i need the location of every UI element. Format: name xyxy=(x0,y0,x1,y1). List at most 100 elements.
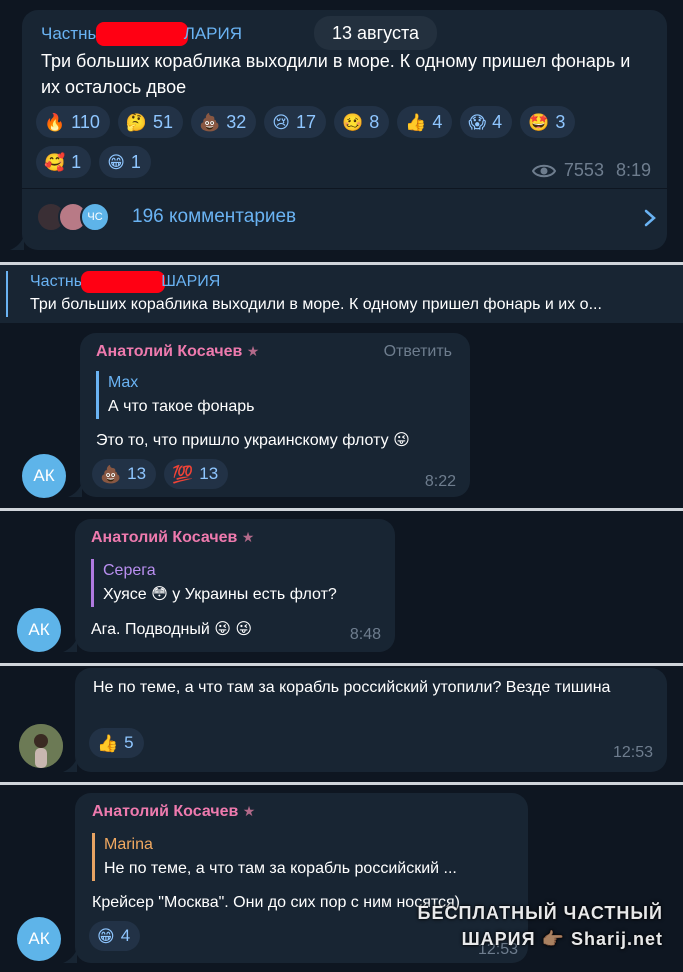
commenter-avatar-3: ЧС xyxy=(80,202,110,232)
channel-name-left: Частны xyxy=(41,24,100,43)
post-meta: 7553 8:19 xyxy=(531,160,651,181)
reaction-thinking[interactable]: 🤔 51 xyxy=(117,106,184,138)
star-icon: ★ xyxy=(242,803,256,819)
author-row: Анатолий Косачев ★ xyxy=(92,803,255,821)
channel-name[interactable]: Частны ЛАРИЯ xyxy=(41,22,242,46)
quote-author: Серега xyxy=(103,562,156,579)
message-text: Крейсер "Москва". Они до сих пор с ним н… xyxy=(92,894,461,911)
eye-icon xyxy=(531,164,556,177)
thinking-face-icon: 🤔 xyxy=(125,112,148,132)
quote-text: А что такое фонарь xyxy=(108,398,255,415)
reaction-thumbs-up[interactable]: 👍 4 xyxy=(397,106,453,138)
post-text: Три больших кораблика выходили в море. К… xyxy=(41,51,631,97)
screaming-face-icon: 😱 xyxy=(468,112,487,132)
watermark-line-1: БЕСПЛАТНЫЙ ЧАСТНЫЙ xyxy=(417,903,663,923)
quote-author: Marina xyxy=(104,836,153,853)
reply-header-channel: Частны ШАРИЯ xyxy=(30,271,220,293)
reaction-star-struck[interactable]: 🤩 3 xyxy=(520,106,576,138)
grinning-face-icon: 😁 xyxy=(97,926,115,946)
divider xyxy=(22,188,667,189)
comment-bubble-2[interactable]: Анатолий Косачев ★ Серега Хуясе 😳 у Укра… xyxy=(63,519,395,652)
reaction-crying[interactable]: 😢 17 xyxy=(264,106,327,138)
bubble-tail xyxy=(63,949,77,963)
comment-panel-1: Частны ШАРИЯ Три больших кораблика выход… xyxy=(0,265,683,508)
thumbs-up-icon: 👍 xyxy=(405,112,427,132)
reaction-grin[interactable]: 😁 1 xyxy=(99,146,151,178)
message-time: 8:22 xyxy=(424,473,456,490)
comments-count: 196 комментариев xyxy=(132,206,297,227)
comment-bubble-3[interactable]: Не по теме, а что там за корабль российс… xyxy=(63,668,667,772)
author-row: Анатолий Косачев ★ xyxy=(96,343,259,361)
commenter-avatars: ЧС xyxy=(36,202,110,232)
redaction-mark xyxy=(81,271,166,293)
channel-post-panel: Частны ЛАРИЯ 13 августа Три больших кора… xyxy=(0,0,683,262)
star-struck-icon: 🤩 xyxy=(528,112,550,132)
comment-reactions: 👍 5 xyxy=(89,728,144,758)
reply-button[interactable]: Ответить xyxy=(384,343,452,361)
bubble-tail xyxy=(63,638,77,652)
poop-icon: 💩 xyxy=(199,112,221,132)
thumbs-up-icon: 👍 xyxy=(97,733,119,753)
reaction-woozy[interactable]: 🥴 8 xyxy=(334,106,390,138)
winking-tongue-icon: 😜 xyxy=(393,432,410,449)
view-count: 7553 xyxy=(563,160,604,180)
quote-author: Max xyxy=(108,374,139,391)
comments-button[interactable]: ЧС 196 комментариев xyxy=(36,202,656,232)
redaction-mark xyxy=(95,22,188,46)
message-text: Не по теме, а что там за корабль российс… xyxy=(93,679,611,696)
reaction-scream[interactable]: 😱 4 xyxy=(460,106,513,138)
message-text: Это то, что пришло украинскому флоту 😜 xyxy=(96,432,410,449)
author-name[interactable]: Анатолий Косачев xyxy=(92,803,238,820)
comment-bubble-1[interactable]: Анатолий Косачев ★ Ответить Max А что та… xyxy=(68,333,470,497)
comment-reactions: 😁 4 xyxy=(89,921,141,951)
reaction-poop[interactable]: 💩 32 xyxy=(191,106,257,138)
comment-panel-4: Анатолий Косачев ★ Marina Не по теме, а … xyxy=(0,785,683,972)
author-name[interactable]: Анатолий Косачев xyxy=(91,529,237,546)
channel-name-right: ЛАРИЯ xyxy=(183,24,243,43)
reply-header[interactable]: Частны ШАРИЯ Три больших кораблика выход… xyxy=(0,265,683,323)
comment-panel-2: Анатолий Косачев ★ Серега Хуясе 😳 у Укра… xyxy=(0,511,683,663)
reaction-fire[interactable]: 🔥 110 xyxy=(36,106,110,138)
woozy-face-icon: 🥴 xyxy=(342,112,364,132)
reaction-poop[interactable]: 💩 13 xyxy=(92,459,157,489)
hundred-points-icon: 💯 xyxy=(172,464,194,484)
smiling-hearts-icon: 🥰 xyxy=(44,152,66,172)
flushed-face-icon: 😳 xyxy=(151,586,168,603)
message-text: Ага. Подводный 😜 😜 xyxy=(91,621,253,638)
person-photo-icon xyxy=(19,724,63,768)
fire-icon: 🔥 xyxy=(44,112,66,132)
grinning-face-icon: 😁 xyxy=(107,152,125,172)
message-time: 8:48 xyxy=(349,626,381,643)
watermark-line-2: ШАРИЯ 👉🏽 Sharij.net xyxy=(461,929,663,949)
reaction-hundred[interactable]: 💯 13 xyxy=(164,459,229,489)
reply-header-preview: Три больших кораблика выходили в море. К… xyxy=(30,296,602,313)
winking-tongue-icon: 😜 😜 xyxy=(214,621,253,638)
date-pill: 13 августа xyxy=(314,16,438,50)
quote-block[interactable]: Серега Хуясе 😳 у Украины есть флот? xyxy=(91,559,337,607)
avatar-photo[interactable] xyxy=(19,724,63,768)
star-icon: ★ xyxy=(241,529,255,545)
quote-block[interactable]: Marina Не по теме, а что там за корабль … xyxy=(92,833,457,881)
message-time: 12:53 xyxy=(612,744,653,761)
avatar[interactable]: АК xyxy=(22,454,66,498)
author-name[interactable]: Анатолий Косачев xyxy=(96,343,242,360)
comment-panel-3: Не по теме, а что там за корабль российс… xyxy=(0,666,683,782)
comment-reactions: 💩 13 💯 13 xyxy=(92,459,229,489)
chevron-right-icon xyxy=(644,209,656,227)
poop-icon: 💩 xyxy=(100,464,122,484)
bubble-tail xyxy=(10,236,24,250)
bubble-tail xyxy=(68,483,82,497)
channel-post-bubble[interactable]: Частны ЛАРИЯ 13 августа Три больших кора… xyxy=(10,10,667,250)
reaction-smiling-hearts[interactable]: 🥰 1 xyxy=(36,146,92,178)
avatar[interactable]: АК xyxy=(17,917,61,961)
post-time: 8:19 xyxy=(615,160,651,180)
crying-face-icon: 😢 xyxy=(272,112,291,132)
reply-header-bar xyxy=(6,271,8,317)
comment-bubble-4[interactable]: Анатолий Косачев ★ Marina Не по теме, а … xyxy=(63,793,528,963)
reaction-grin[interactable]: 😁 4 xyxy=(89,921,141,951)
quote-block[interactable]: Max А что такое фонарь xyxy=(96,371,254,419)
author-row: Анатолий Косачев ★ xyxy=(91,529,254,547)
star-icon: ★ xyxy=(246,343,260,359)
avatar[interactable]: АК xyxy=(17,608,61,652)
reaction-thumbs-up[interactable]: 👍 5 xyxy=(89,728,144,758)
